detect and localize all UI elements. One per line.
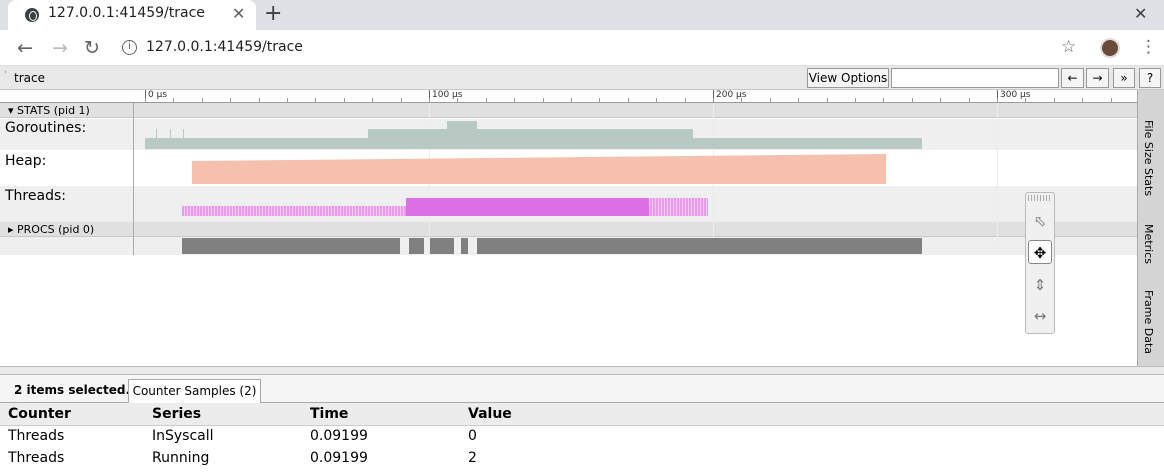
time-ruler: 0 μs 100 μs 200 μs 300 μs: [0, 90, 1137, 103]
move-icon[interactable]: ✥: [1028, 240, 1052, 264]
stats-section-header[interactable]: ▾ STATS (pid 1): [0, 103, 1137, 118]
proc-slice[interactable]: [461, 238, 468, 254]
table-cell: Threads: [8, 428, 65, 445]
mouse-mode-palette: ⬁ ✥ ⇕ ↔: [1025, 192, 1055, 334]
view-options-button[interactable]: View Options: [807, 68, 889, 88]
globe-icon: [25, 8, 39, 22]
back-icon[interactable]: ←: [17, 37, 33, 59]
drag-handle[interactable]: [1028, 195, 1052, 201]
collapse-icon[interactable]: ·: [4, 68, 7, 78]
reload-icon[interactable]: ↻: [84, 37, 100, 59]
zoom-icon[interactable]: ⇕: [1028, 273, 1052, 297]
next-result-button[interactable]: →: [1086, 68, 1109, 88]
column-header[interactable]: Value: [460, 403, 1164, 426]
threads-running-counter[interactable]: [406, 198, 649, 216]
table-cell: Running: [152, 450, 210, 466]
table-cell: 0.09199: [310, 428, 368, 445]
browser-tab[interactable]: 127.0.0.1:41459/trace ✕: [8, 0, 256, 30]
table-cell: 2: [468, 450, 477, 466]
ruler-label: 0 μs: [148, 90, 168, 100]
column-header[interactable]: Series: [144, 403, 302, 426]
proc-slice[interactable]: [477, 238, 922, 254]
table-cell: Threads: [8, 450, 65, 466]
table-cell: 0.09199: [310, 450, 368, 466]
analysis-panel-header: 2 items selected. Counter Samples (2): [0, 375, 1164, 403]
tab-counter-samples[interactable]: Counter Samples (2): [128, 379, 261, 403]
tab-strip: 127.0.0.1:41459/trace ✕ + ✕: [0, 0, 1164, 30]
counter-samples-table: Counter Series Time Value Threads InSysc…: [0, 403, 1164, 469]
tab-frame-data[interactable]: Frame Data: [1142, 290, 1155, 354]
help-button[interactable]: ?: [1139, 68, 1161, 88]
timing-icon[interactable]: ↔: [1028, 304, 1052, 328]
trace-header: · trace View Options ← → » ?: [0, 66, 1164, 90]
proc-slice[interactable]: [430, 238, 454, 254]
row-label: Threads:: [5, 188, 66, 204]
avatar[interactable]: [1100, 38, 1120, 58]
trace-name: trace: [14, 71, 45, 85]
panel-resize-handle[interactable]: [0, 366, 1164, 375]
heap-counter[interactable]: [192, 153, 888, 184]
table-cell: 0: [468, 428, 477, 445]
tab-file-size-stats[interactable]: File Size Stats: [1142, 120, 1155, 196]
table-cell: InSyscall: [152, 428, 214, 445]
menu-icon[interactable]: ⋮: [1140, 37, 1157, 57]
label-column-divider: [133, 103, 134, 255]
expand-button[interactable]: »: [1113, 68, 1135, 88]
goroutines-counter[interactable]: [145, 138, 922, 149]
procs-section-header[interactable]: ▸ PROCS (pid 0): [0, 222, 1137, 237]
column-header[interactable]: Counter: [0, 403, 144, 426]
column-header[interactable]: Time: [302, 403, 460, 426]
row-label: Heap:: [5, 153, 47, 169]
side-panel-tabs: File Size Stats Metrics Frame Data: [1137, 90, 1164, 366]
goroutines-counter[interactable]: [368, 129, 693, 139]
table-row[interactable]: Threads Running 0.09199 2: [0, 447, 1164, 469]
table-row[interactable]: Threads InSyscall 0.09199 0: [0, 425, 1164, 447]
pointer-icon[interactable]: ⬁: [1028, 209, 1052, 233]
window-close-button[interactable]: ✕: [1134, 4, 1147, 23]
table-header-row: Counter Series Time Value: [0, 403, 1164, 426]
close-tab-icon[interactable]: ✕: [232, 4, 245, 23]
search-input[interactable]: [891, 68, 1059, 88]
prev-result-button[interactable]: ←: [1061, 68, 1084, 88]
bookmark-star-icon[interactable]: ☆: [1061, 37, 1076, 57]
tab-metrics[interactable]: Metrics: [1142, 224, 1155, 264]
proc-slice[interactable]: [409, 238, 424, 254]
browser-toolbar: ← → ↻ i 127.0.0.1:41459/trace ☆ ⋮: [0, 30, 1164, 66]
goroutines-counter[interactable]: [447, 121, 477, 130]
selection-summary: 2 items selected.: [14, 383, 131, 397]
tab-title: 127.0.0.1:41459/trace: [48, 5, 205, 21]
address-bar[interactable]: 127.0.0.1:41459/trace: [146, 39, 303, 55]
row-label: Goroutines:: [5, 120, 87, 136]
forward-icon[interactable]: →: [52, 37, 68, 59]
info-icon[interactable]: i: [122, 40, 137, 55]
new-tab-button[interactable]: +: [264, 1, 282, 26]
proc-slice[interactable]: [182, 238, 400, 254]
